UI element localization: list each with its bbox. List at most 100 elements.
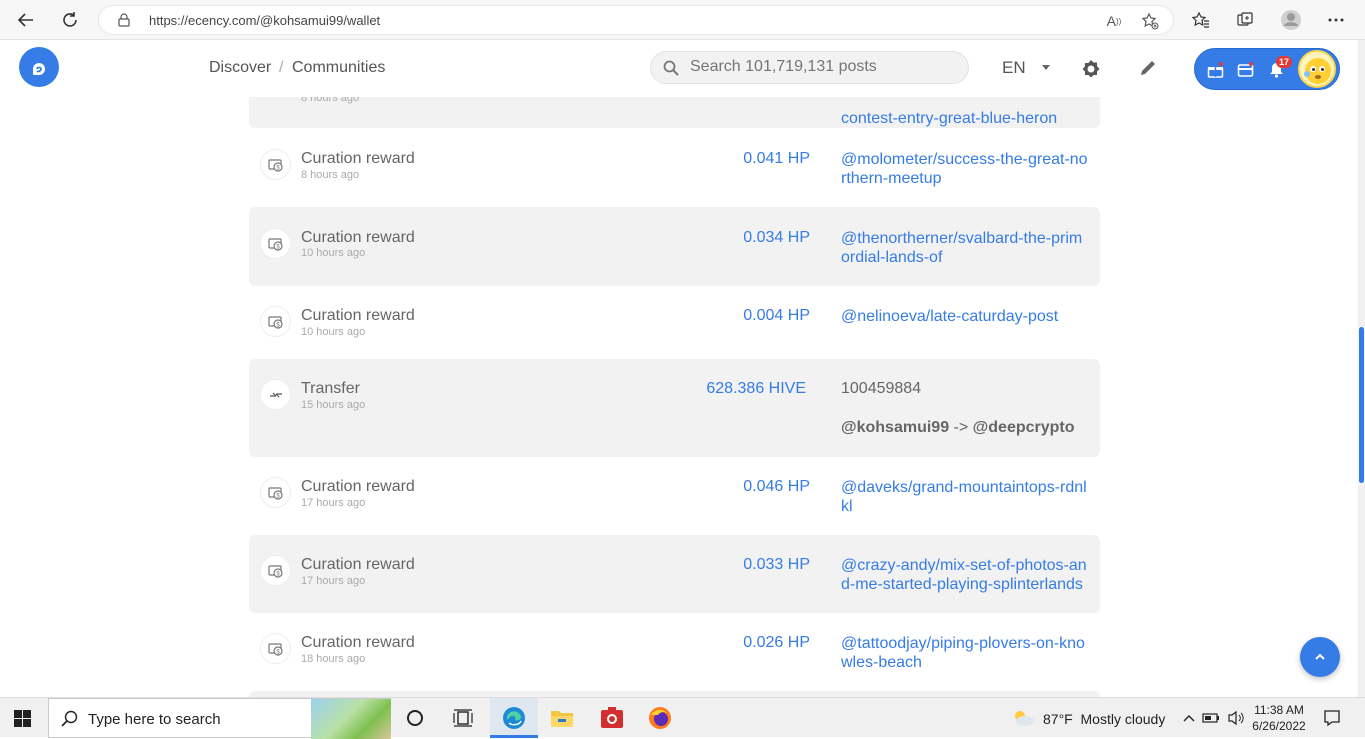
transaction-post-link[interactable]: @molometer/success-the-great-northern-me… (841, 150, 1091, 188)
list-item: $ Curation reward 10 hours ago 0.004 HP … (249, 286, 1100, 359)
curation-reward-icon: $ (260, 228, 291, 259)
profile-avatar-icon[interactable] (1277, 6, 1305, 34)
taskbar-search-placeholder[interactable]: Type here to search (88, 711, 221, 728)
search-icon (61, 710, 78, 727)
transaction-type: Curation reward (301, 634, 415, 651)
transfer-parties: @kohsamui99 -> @deepcrypto (841, 419, 1075, 437)
search-input[interactable] (690, 58, 960, 76)
language-selector[interactable]: EN (1002, 58, 1026, 78)
transaction-type: Transfer (301, 380, 360, 397)
transaction-post-link[interactable]: @daveks/grand-mountaintops-rdnlkl (841, 478, 1091, 516)
refresh-icon[interactable] (56, 6, 84, 34)
transaction-post-link[interactable]: @tattoodjay/piping-plovers-on-knowles-be… (841, 634, 1091, 672)
read-aloud-icon[interactable]: A)) (1105, 12, 1123, 30)
windows-taskbar: Type here to search 87°F Mostly cloudy 1… (0, 697, 1365, 739)
transfer-icon (260, 379, 291, 410)
transaction-time: 17 hours ago (301, 575, 366, 587)
taskbar-search-box[interactable]: Type here to search (48, 698, 391, 739)
transaction-type: Curation reward (301, 229, 415, 246)
ecency-logo-icon[interactable] (19, 47, 59, 87)
more-menu-icon[interactable] (1322, 6, 1350, 34)
chevron-down-icon[interactable] (1042, 65, 1050, 70)
site-header: Discover / Communities EN 17 (0, 40, 1358, 97)
clock-date: 6/26/2022 (1252, 719, 1306, 733)
scroll-to-top-button[interactable] (1300, 637, 1340, 677)
transaction-amount: 628.386 HIVE (706, 380, 806, 397)
file-explorer-icon[interactable] (550, 706, 574, 730)
curation-reward-icon: $ (260, 306, 291, 337)
transaction-time: 18 hours ago (301, 653, 366, 665)
edge-browser-icon[interactable] (502, 706, 526, 730)
write-post-icon[interactable] (1139, 59, 1157, 77)
transaction-amount: 0.046 HP (743, 478, 810, 495)
curation-reward-icon: $ (260, 555, 291, 586)
weather-description: Mostly cloudy (1080, 711, 1166, 727)
list-item: $ Curation reward 8 hours ago 0.041 HP @… (249, 128, 1100, 207)
volume-icon[interactable] (1224, 706, 1248, 730)
notification-center-icon[interactable] (1320, 706, 1344, 730)
transaction-amount: 0.041 HP (743, 150, 810, 167)
transaction-time: 17 hours ago (301, 497, 366, 509)
transaction-type: Curation reward (301, 478, 415, 495)
list-item: $ Curation reward 17 hours ago 0.033 HP … (249, 535, 1100, 613)
notification-count-badge: 17 (1276, 56, 1293, 68)
favorites-icon[interactable] (1187, 6, 1215, 34)
system-clock[interactable]: 11:38 AM 6/26/2022 (1252, 702, 1306, 734)
transaction-type: Curation reward (301, 307, 415, 324)
transaction-post-link[interactable]: @nelinoeva/late-caturday-post (841, 307, 1091, 326)
search-highlight-image[interactable] (311, 699, 391, 739)
wallet-icon[interactable] (1237, 62, 1254, 78)
curation-reward-icon: $ (260, 633, 291, 664)
list-item: $ Curation reward 10 hours ago 0.034 HP … (249, 207, 1100, 286)
battery-network-icon[interactable] (1198, 706, 1222, 730)
address-url[interactable]: https://ecency.com/@kohsamui99/wallet (149, 13, 380, 28)
lock-icon (118, 13, 130, 27)
cortana-icon[interactable] (403, 706, 427, 730)
transfer-arrow: -> (953, 419, 969, 436)
firefox-icon[interactable] (648, 706, 672, 730)
list-item: Transfer 15 hours ago 628.386 HIVE 10045… (249, 359, 1100, 457)
nav-separator: / (279, 59, 284, 76)
add-favorite-icon[interactable] (1141, 12, 1159, 30)
list-item: $ Curation reward 18 hours ago 0.026 HP … (249, 613, 1100, 691)
transaction-memo: 100459884 (841, 380, 922, 397)
transaction-amount: 0.026 HP (743, 634, 810, 651)
gift-icon[interactable] (1207, 62, 1224, 78)
collections-icon[interactable] (1231, 6, 1259, 34)
transaction-amount: 0.033 HP (743, 556, 810, 573)
nav-communities-link[interactable]: Communities (292, 59, 385, 77)
list-item: $ Curation reward 17 hours ago 0.046 HP … (249, 457, 1100, 535)
weather-widget[interactable]: 87°F Mostly cloudy (1043, 711, 1165, 727)
address-bar[interactable]: https://ecency.com/@kohsamui99/wallet A)… (98, 5, 1174, 35)
transaction-time: 10 hours ago (301, 326, 366, 338)
search-icon (663, 60, 679, 76)
chevron-up-icon (1315, 653, 1325, 660)
transfer-from-link[interactable]: @kohsamui99 (841, 419, 949, 436)
nav-discover-link[interactable]: Discover (209, 59, 271, 77)
windows-start-icon[interactable] (14, 710, 31, 727)
weather-cloud-icon[interactable] (1011, 706, 1035, 730)
transaction-post-link[interactable]: contest-entry-great-blue-heron (841, 109, 1091, 128)
transaction-type: Curation reward (301, 150, 415, 167)
transfer-to-link[interactable]: @deepcrypto (973, 419, 1075, 436)
curation-reward-icon: $ (260, 149, 291, 180)
transaction-post-link[interactable]: @crazy-andy/mix-set-of-photos-and-me-sta… (841, 556, 1091, 594)
theme-toggle-icon[interactable] (1081, 59, 1101, 79)
transaction-time: 15 hours ago (301, 399, 366, 411)
transaction-amount: 0.004 HP (743, 307, 810, 324)
curation-reward-icon: $ (260, 477, 291, 508)
weather-temperature: 87°F (1043, 711, 1073, 727)
back-arrow-icon[interactable] (12, 6, 40, 34)
transaction-type: Curation reward (301, 556, 415, 573)
task-view-icon[interactable] (451, 706, 475, 730)
search-box[interactable] (650, 51, 969, 84)
transaction-time: 10 hours ago (301, 247, 366, 259)
clock-time: 11:38 AM (1254, 703, 1304, 717)
page-scrollbar-thumb[interactable] (1359, 327, 1364, 483)
transaction-post-link[interactable]: @thenortherner/svalbard-the-primordial-l… (841, 229, 1091, 267)
avatar[interactable] (1298, 50, 1336, 88)
camera-app-icon[interactable] (600, 706, 624, 730)
transaction-amount: 0.034 HP (743, 229, 810, 246)
browser-toolbar: https://ecency.com/@kohsamui99/wallet A)… (0, 0, 1365, 40)
wallet-transaction-list: 8 hours ago contest-entry-great-blue-her… (249, 40, 1100, 697)
